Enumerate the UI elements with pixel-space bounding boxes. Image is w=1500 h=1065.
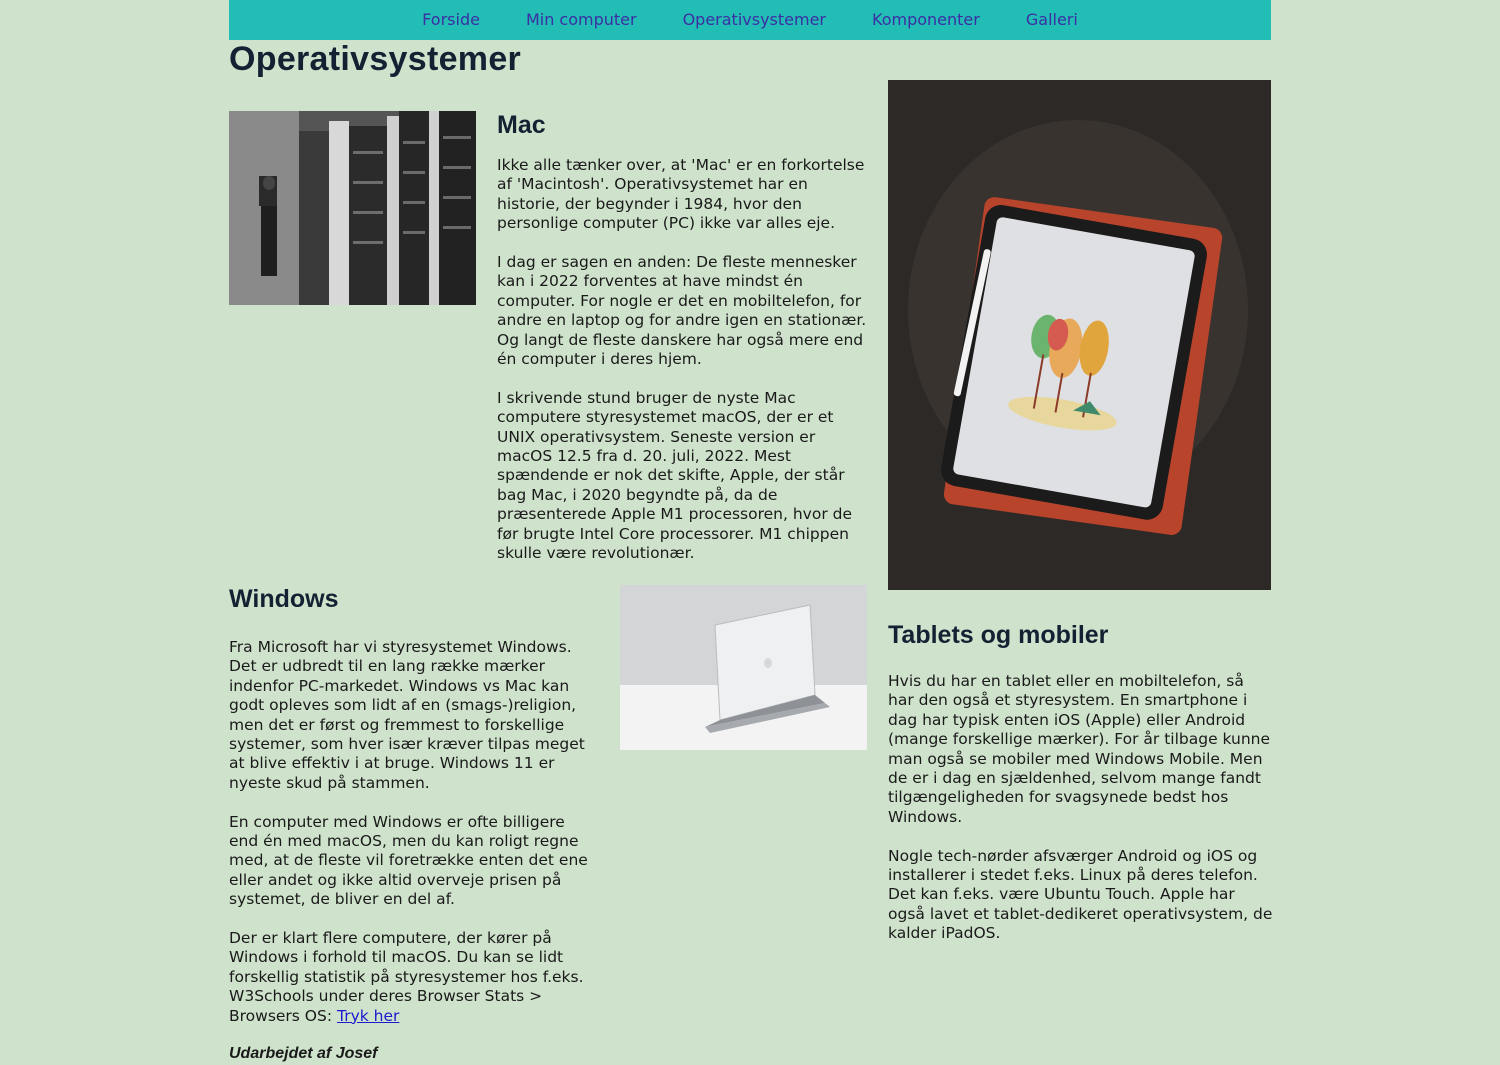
tablets-paragraph-2: Nogle tech-nørder afsværger Android og i… (888, 846, 1273, 943)
mac-paragraph-3: I skrivende stund bruger de nyste Mac co… (497, 388, 853, 563)
ipad-photo (888, 80, 1271, 590)
windows-section: Windows Fra Microsoft har vi styresystem… (229, 585, 594, 1026)
mac-paragraph-1: Ikke alle tænker over, at 'Mac' er en fo… (497, 156, 865, 233)
tablets-section: Tablets og mobiler Hvis du har en tablet… (888, 621, 1273, 944)
tryk-her-link[interactable]: Tryk her (337, 1007, 399, 1025)
mac-paragraph-2: I dag er sagen en anden: De fleste menne… (497, 253, 867, 369)
windows-paragraph-3-text: Der er klart flere computere, der kører … (229, 929, 584, 1025)
windows-paragraph-2: En computer med Windows er ofte billiger… (229, 812, 588, 909)
windows-heading: Windows (229, 585, 339, 613)
mainframe-photo (229, 111, 476, 305)
windows-paragraph-3: Der er klart flere computere, der kører … (229, 929, 594, 1026)
credit-text: Udarbejdet af Josef (229, 1045, 378, 1062)
top-nav: Forside Min computer Operativsystemer Ko… (229, 0, 1271, 40)
page-title: Operativsystemer (229, 40, 522, 78)
mac-section: Mac Ikke alle tænker over, at 'Mac' er e… (497, 111, 872, 564)
mac-heading: Mac (497, 111, 546, 139)
laptop-photo (620, 585, 867, 750)
tablets-heading: Tablets og mobiler (888, 621, 1109, 649)
tablets-paragraph-1: Hvis du har en tablet eller en mobiltele… (888, 672, 1271, 826)
windows-paragraph-1: Fra Microsoft har vi styresystemet Windo… (229, 638, 585, 792)
nav-item-galleri[interactable]: Galleri (1026, 0, 1078, 40)
nav-item-komponenter[interactable]: Komponenter (872, 0, 980, 40)
nav-item-min-computer[interactable]: Min computer (526, 0, 637, 40)
nav-item-forside[interactable]: Forside (422, 0, 480, 40)
nav-item-operativsystemer[interactable]: Operativsystemer (683, 0, 826, 40)
